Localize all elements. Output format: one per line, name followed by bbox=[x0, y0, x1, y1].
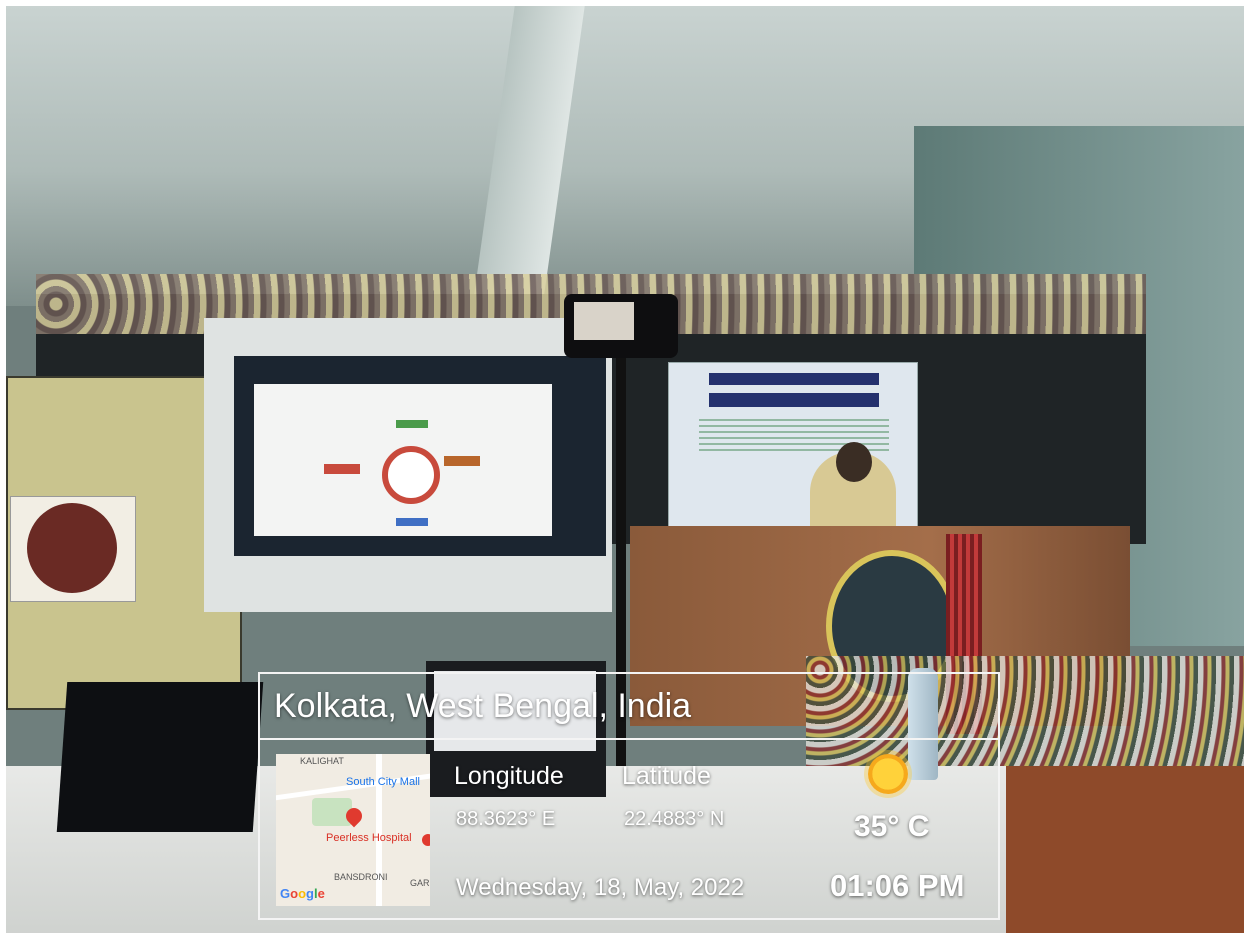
college-logo-sign bbox=[10, 496, 136, 602]
map-label-bottom: BANSDRONI bbox=[334, 872, 388, 882]
longitude-label: Longitude bbox=[454, 762, 564, 790]
speaker bbox=[810, 442, 896, 532]
latitude-label: Latitude bbox=[622, 762, 711, 790]
map-label-right: GARI bbox=[410, 878, 430, 888]
location-title: Kolkata, West Bengal, India bbox=[274, 687, 692, 725]
temperature: 35° C bbox=[854, 810, 930, 843]
date-text: Wednesday, 18, May, 2022 bbox=[456, 874, 745, 901]
mounted-phone bbox=[564, 294, 678, 358]
sun-icon bbox=[868, 754, 908, 794]
slide-content bbox=[254, 384, 552, 536]
time-text: 01:06 PM bbox=[830, 868, 965, 903]
gps-stamp-overlay: Kolkata, West Bengal, India KALIGHAT Sou… bbox=[258, 672, 1000, 920]
map-label-top: KALIGHAT bbox=[300, 756, 344, 766]
photo-background: Kolkata, West Bengal, India KALIGHAT Sou… bbox=[6, 6, 1244, 933]
longitude-value: 88.3623° E bbox=[456, 808, 556, 830]
latitude-value: 22.4883° N bbox=[624, 808, 725, 830]
overlay-divider bbox=[260, 738, 998, 740]
hospital-icon bbox=[422, 834, 430, 846]
google-logo: Google bbox=[280, 886, 325, 901]
map-thumbnail: KALIGHAT South City Mall Peerless Hospit… bbox=[276, 754, 430, 906]
map-poi-hospital: Peerless Hospital bbox=[326, 832, 412, 844]
map-poi-mall: South City Mall bbox=[346, 776, 420, 788]
laptop-left bbox=[56, 682, 264, 832]
projected-slide bbox=[234, 356, 606, 556]
wooden-table bbox=[1006, 766, 1244, 933]
